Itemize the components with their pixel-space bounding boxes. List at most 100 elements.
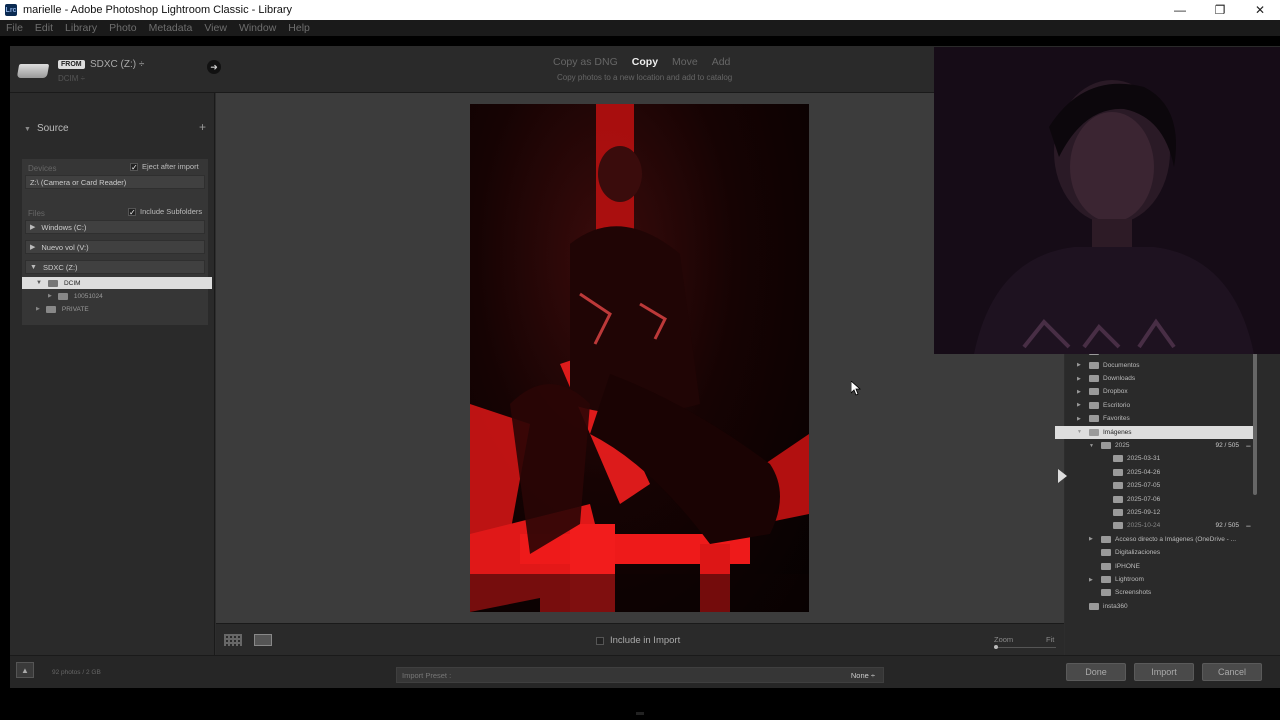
folder-icon: [1113, 455, 1123, 463]
destination-folder-row[interactable]: 2025-09-12: [1055, 506, 1253, 519]
close-icon[interactable]: ✕: [1240, 0, 1280, 20]
import-modes: Copy as DNG Copy Move Add: [553, 56, 730, 68]
preset-value[interactable]: None ÷: [851, 671, 875, 680]
eject-checkbox[interactable]: ✓ Eject after import: [130, 162, 199, 171]
source-header[interactable]: ▼ Source: [24, 123, 69, 134]
destination-folder-row[interactable]: 2025-03-31: [1055, 452, 1253, 465]
checkbox-unchecked-icon: [596, 636, 604, 645]
loupe-view-icon[interactable]: [254, 634, 272, 646]
drive-nuevo-vol-v[interactable]: ▶ Nuevo vol (V:): [25, 240, 205, 254]
expand-triangle-icon[interactable]: ▶: [1089, 577, 1093, 583]
mode-copy-as-dng[interactable]: Copy as DNG: [553, 56, 618, 68]
source-subfolder[interactable]: DCIM ÷: [58, 74, 85, 83]
source-panel: ▼ Source + Devices ✓ Eject after import Z…: [10, 93, 215, 655]
collapse-triangle-icon: ▼: [30, 263, 37, 271]
import-button[interactable]: Import: [1134, 663, 1194, 681]
expand-triangle-icon[interactable]: ▶: [1077, 416, 1081, 422]
destination-folder-row[interactable]: ▶ Lightroom: [1055, 573, 1253, 586]
destination-folder-row[interactable]: insta360: [1055, 600, 1253, 613]
minus-icon[interactable]: −: [1246, 521, 1251, 531]
drive-label: Nuevo vol (V:): [41, 242, 89, 252]
folder-icon: [1101, 562, 1111, 570]
drive-windows-c[interactable]: ▶ Windows (C:): [25, 220, 205, 234]
destination-folder-label: insta360: [1103, 602, 1128, 610]
collapse-triangle-icon[interactable]: ▼: [1077, 429, 1082, 435]
expand-triangle-icon[interactable]: ▶: [1077, 362, 1081, 368]
destination-folder-row[interactable]: ▶ Acceso directo a Imágenes (OneDrive - .…: [1055, 533, 1253, 546]
destination-folder-row[interactable]: ▶ Dropbox: [1055, 385, 1253, 398]
source-selector[interactable]: SDXC (Z:) ÷: [90, 59, 144, 70]
tree-item-label: 10051024: [73, 292, 103, 300]
done-button[interactable]: Done: [1066, 663, 1126, 681]
window-title: marielle - Adobe Photoshop Lightroom Cla…: [23, 4, 293, 16]
zoom-slider[interactable]: [994, 647, 1056, 648]
destination-folder-label: 2025-03-31: [1127, 455, 1161, 463]
destination-folder-label: Favorites: [1103, 415, 1130, 423]
collapse-triangle-icon[interactable]: ▼: [1089, 443, 1094, 449]
tree-item-private[interactable]: ▶ PRIVATE: [22, 303, 208, 315]
zoom-slider-knob[interactable]: [994, 645, 998, 649]
tree-item-10051024[interactable]: ▶ 10051024: [22, 290, 208, 302]
photo-preview[interactable]: [470, 104, 809, 612]
menu-edit[interactable]: Edit: [35, 22, 53, 34]
mode-copy[interactable]: Copy: [632, 56, 658, 68]
destination-folder-row[interactable]: ▶ Downloads: [1055, 372, 1253, 385]
grid-view-icon[interactable]: [224, 634, 242, 646]
folder-icon: [1113, 468, 1123, 476]
collapse-triangle-icon: ▼: [24, 126, 31, 133]
webcam-person-image: [934, 47, 1280, 354]
device-card-reader[interactable]: Z:\ (Camera or Card Reader): [25, 175, 205, 189]
mode-description: Copy photos to a new location and add to…: [557, 73, 733, 82]
destination-folder-label: 2025-10-24: [1127, 522, 1161, 530]
destination-folder-row[interactable]: Screenshots: [1055, 586, 1253, 599]
menu-window[interactable]: Window: [239, 22, 276, 34]
window-controls: — ❐ ✕: [1160, 0, 1280, 20]
folder-icon: [1101, 549, 1111, 557]
mode-move[interactable]: Move: [672, 56, 698, 68]
expand-triangle-icon[interactable]: ▶: [1089, 536, 1093, 542]
destination-folder-row[interactable]: ▶ Favorites: [1055, 412, 1253, 425]
subfolders-checkbox[interactable]: ✓ Include Subfolders: [128, 207, 202, 216]
expand-triangle-icon[interactable]: ▶: [1077, 389, 1081, 395]
menu-view[interactable]: View: [204, 22, 227, 34]
minimize-icon[interactable]: —: [1160, 0, 1200, 20]
destination-folder-row[interactable]: Digitalizaciones: [1055, 546, 1253, 559]
import-preset-field[interactable]: Import Preset : None ÷: [396, 667, 884, 683]
menu-file[interactable]: File: [6, 22, 23, 34]
folder-icon: [1113, 509, 1123, 516]
destination-folder-label: 2025: [1115, 442, 1130, 449]
menu-help[interactable]: Help: [288, 22, 310, 34]
menu-photo[interactable]: Photo: [109, 22, 136, 34]
destination-folder-row[interactable]: ▼ Imágenes: [1055, 425, 1253, 439]
source-box: Devices ✓ Eject after import Z:\ (Camera…: [22, 159, 212, 325]
destination-folder-label: IPHONE: [1115, 562, 1140, 570]
destination-folder-label: Dropbox: [1103, 388, 1128, 396]
folder-icon: [47, 279, 58, 287]
tree-item-dcim[interactable]: ▼ DCIM: [22, 277, 212, 289]
restore-icon[interactable]: ❐: [1200, 0, 1240, 20]
destination-folder-row[interactable]: ▶ Documentos: [1055, 359, 1253, 372]
subfolders-label: Include Subfolders: [140, 207, 203, 216]
menu-library[interactable]: Library: [65, 22, 97, 34]
minus-icon[interactable]: −: [1246, 441, 1251, 451]
mode-add[interactable]: Add: [712, 56, 731, 68]
drive-sdxc-z[interactable]: ▼ SDXC (Z:): [25, 260, 205, 274]
folder-icon: [1089, 415, 1099, 423]
expand-triangle-icon[interactable]: ▶: [1077, 376, 1081, 382]
add-source-icon[interactable]: +: [199, 120, 206, 134]
destination-folder-row[interactable]: 2025-04-26: [1055, 466, 1253, 479]
destination-folder-row[interactable]: ▶ Escritorio: [1055, 399, 1253, 412]
menu-metadata[interactable]: Metadata: [149, 22, 193, 34]
destination-folder-row[interactable]: ▼ 2025 92 / 505−: [1055, 439, 1253, 452]
destination-folder-row[interactable]: 2025-10-24 92 / 505−: [1055, 519, 1253, 532]
destination-folder-row[interactable]: 2025-07-06: [1055, 493, 1253, 506]
files-label: Files: [28, 209, 45, 218]
expand-triangle-icon[interactable]: ▶: [1077, 402, 1081, 408]
include-in-import-checkbox[interactable]: Include in Import: [596, 635, 680, 646]
collapse-up-icon[interactable]: ▲: [16, 662, 34, 678]
expand-triangle-icon: ▶: [36, 306, 40, 312]
destination-folder-row[interactable]: 2025-07-05: [1055, 479, 1253, 492]
destination-folder-label: 2025-07-05: [1127, 482, 1161, 490]
cancel-button[interactable]: Cancel: [1202, 663, 1262, 681]
destination-folder-row[interactable]: IPHONE: [1055, 560, 1253, 573]
